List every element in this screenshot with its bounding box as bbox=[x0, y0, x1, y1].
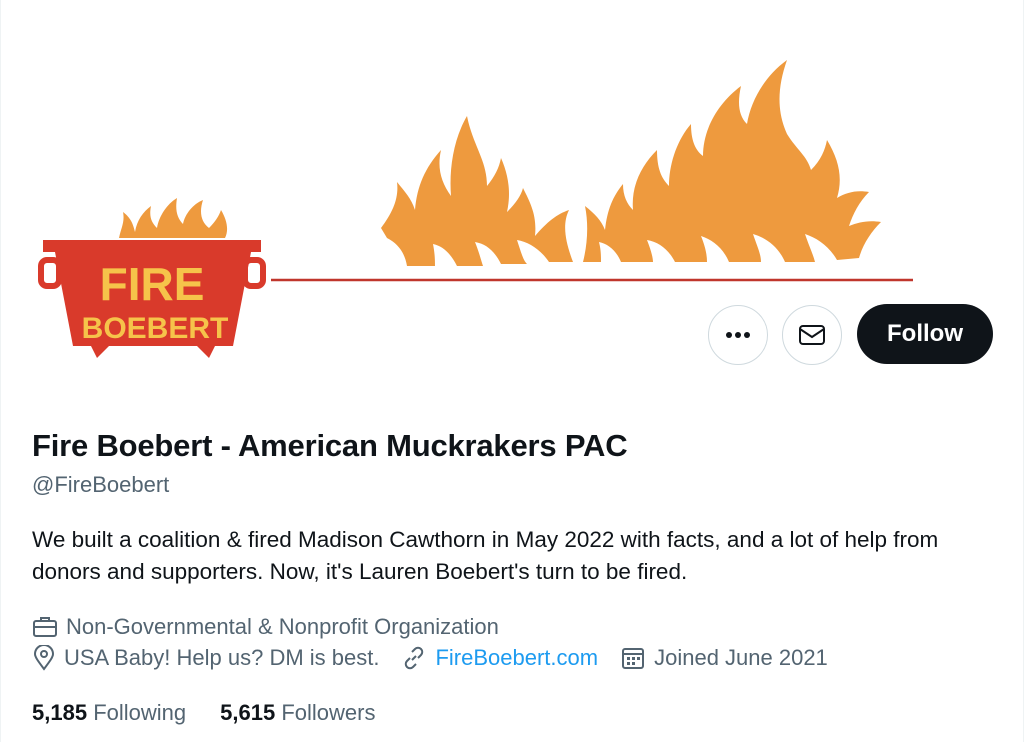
followers-label: Followers bbox=[281, 700, 376, 725]
logo-text-boebert: BOEBERT bbox=[82, 312, 229, 345]
following-label: Following bbox=[93, 700, 187, 725]
calendar-icon bbox=[622, 648, 645, 669]
envelope-icon bbox=[799, 325, 825, 345]
briefcase-icon bbox=[33, 617, 57, 637]
logo-flames bbox=[119, 198, 228, 238]
banner-flame-right bbox=[583, 60, 881, 262]
profile-avatar[interactable]: FIRE BOEBERT bbox=[37, 182, 267, 372]
profile-website[interactable]: FireBoebert.com bbox=[401, 645, 598, 671]
more-options-button[interactable] bbox=[708, 305, 768, 365]
link-icon bbox=[405, 646, 424, 670]
profile-page: FIRE BOEBERT Follow Fire Boebert - Ameri… bbox=[0, 0, 1024, 742]
location-pin-icon bbox=[33, 645, 55, 671]
profile-location-text: USA Baby! Help us? DM is best. bbox=[64, 645, 380, 670]
profile-meta-row-2: USA Baby! Help us? DM is best. FireBoebe… bbox=[32, 645, 850, 671]
profile-website-link[interactable]: FireBoebert.com bbox=[435, 645, 598, 671]
profile-location: USA Baby! Help us? DM is best. bbox=[32, 645, 379, 671]
profile-joined-text: Joined June 2021 bbox=[654, 645, 828, 670]
profile-category: Non-Governmental & Nonprofit Organizatio… bbox=[32, 614, 499, 640]
profile-handle: @FireBoebert bbox=[32, 472, 170, 497]
logo-text-fire: FIRE bbox=[100, 258, 205, 310]
profile-display-name: Fire Boebert - American Muckrakers PAC bbox=[32, 428, 628, 463]
followers-count: 5,615 bbox=[220, 700, 276, 725]
following-stat[interactable]: 5,185 Following bbox=[32, 700, 186, 726]
follow-button[interactable]: Follow bbox=[857, 304, 993, 364]
banner-flame-left bbox=[381, 116, 573, 266]
following-count: 5,185 bbox=[32, 700, 88, 725]
profile-meta-row-1: Non-Governmental & Nonprofit Organizatio… bbox=[32, 614, 521, 640]
message-button[interactable] bbox=[782, 305, 842, 365]
profile-joined: Joined June 2021 bbox=[620, 645, 828, 671]
profile-stats: 5,185 Following 5,615 Followers bbox=[32, 700, 409, 726]
more-horizontal-icon bbox=[726, 332, 750, 338]
fire-boebert-logo: FIRE BOEBERT bbox=[38, 198, 266, 358]
profile-category-text: Non-Governmental & Nonprofit Organizatio… bbox=[66, 614, 499, 639]
profile-bio: We built a coalition & fired Madison Caw… bbox=[32, 527, 939, 584]
followers-stat[interactable]: 5,615 Followers bbox=[220, 700, 375, 726]
